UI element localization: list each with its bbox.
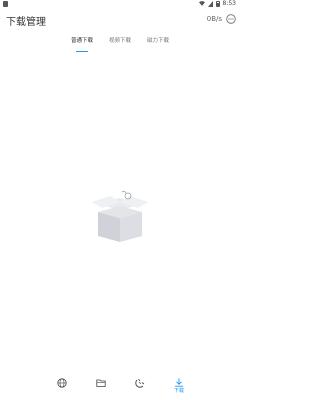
clock: 8:53: [222, 0, 236, 7]
bottom-navigation: 下载: [0, 372, 240, 400]
folder-icon: [96, 379, 106, 387]
download-icon: [175, 378, 183, 387]
more-options-icon[interactable]: [226, 14, 236, 24]
status-icons: 8:53: [198, 0, 236, 7]
notification-icon: [3, 1, 8, 7]
globe-icon: [57, 378, 67, 388]
download-speed: 0B/s: [206, 15, 222, 23]
tab-magnet-download[interactable]: 磁力下载: [147, 36, 169, 48]
page-title: 下载管理: [6, 17, 46, 28]
nav-files[interactable]: [94, 378, 108, 394]
magnet-icon: [135, 378, 145, 388]
empty-box-illustration: [92, 190, 148, 242]
tab-normal-download[interactable]: 普通下载: [71, 36, 93, 48]
signal-icon: [207, 0, 213, 7]
download-tabs: 普通下载 视频下载 磁力下载: [0, 36, 240, 48]
status-bar: 8:53: [0, 0, 240, 10]
battery-icon: [215, 0, 220, 7]
nav-download[interactable]: 下载: [172, 378, 186, 394]
tab-video-download[interactable]: 视频下载: [109, 36, 131, 48]
nav-download-label: 下载: [173, 388, 184, 394]
header: 下载管理 0B/s: [0, 10, 240, 30]
nav-browser[interactable]: [55, 378, 69, 394]
nav-magnet[interactable]: [133, 378, 147, 394]
wifi-icon: [198, 1, 205, 6]
